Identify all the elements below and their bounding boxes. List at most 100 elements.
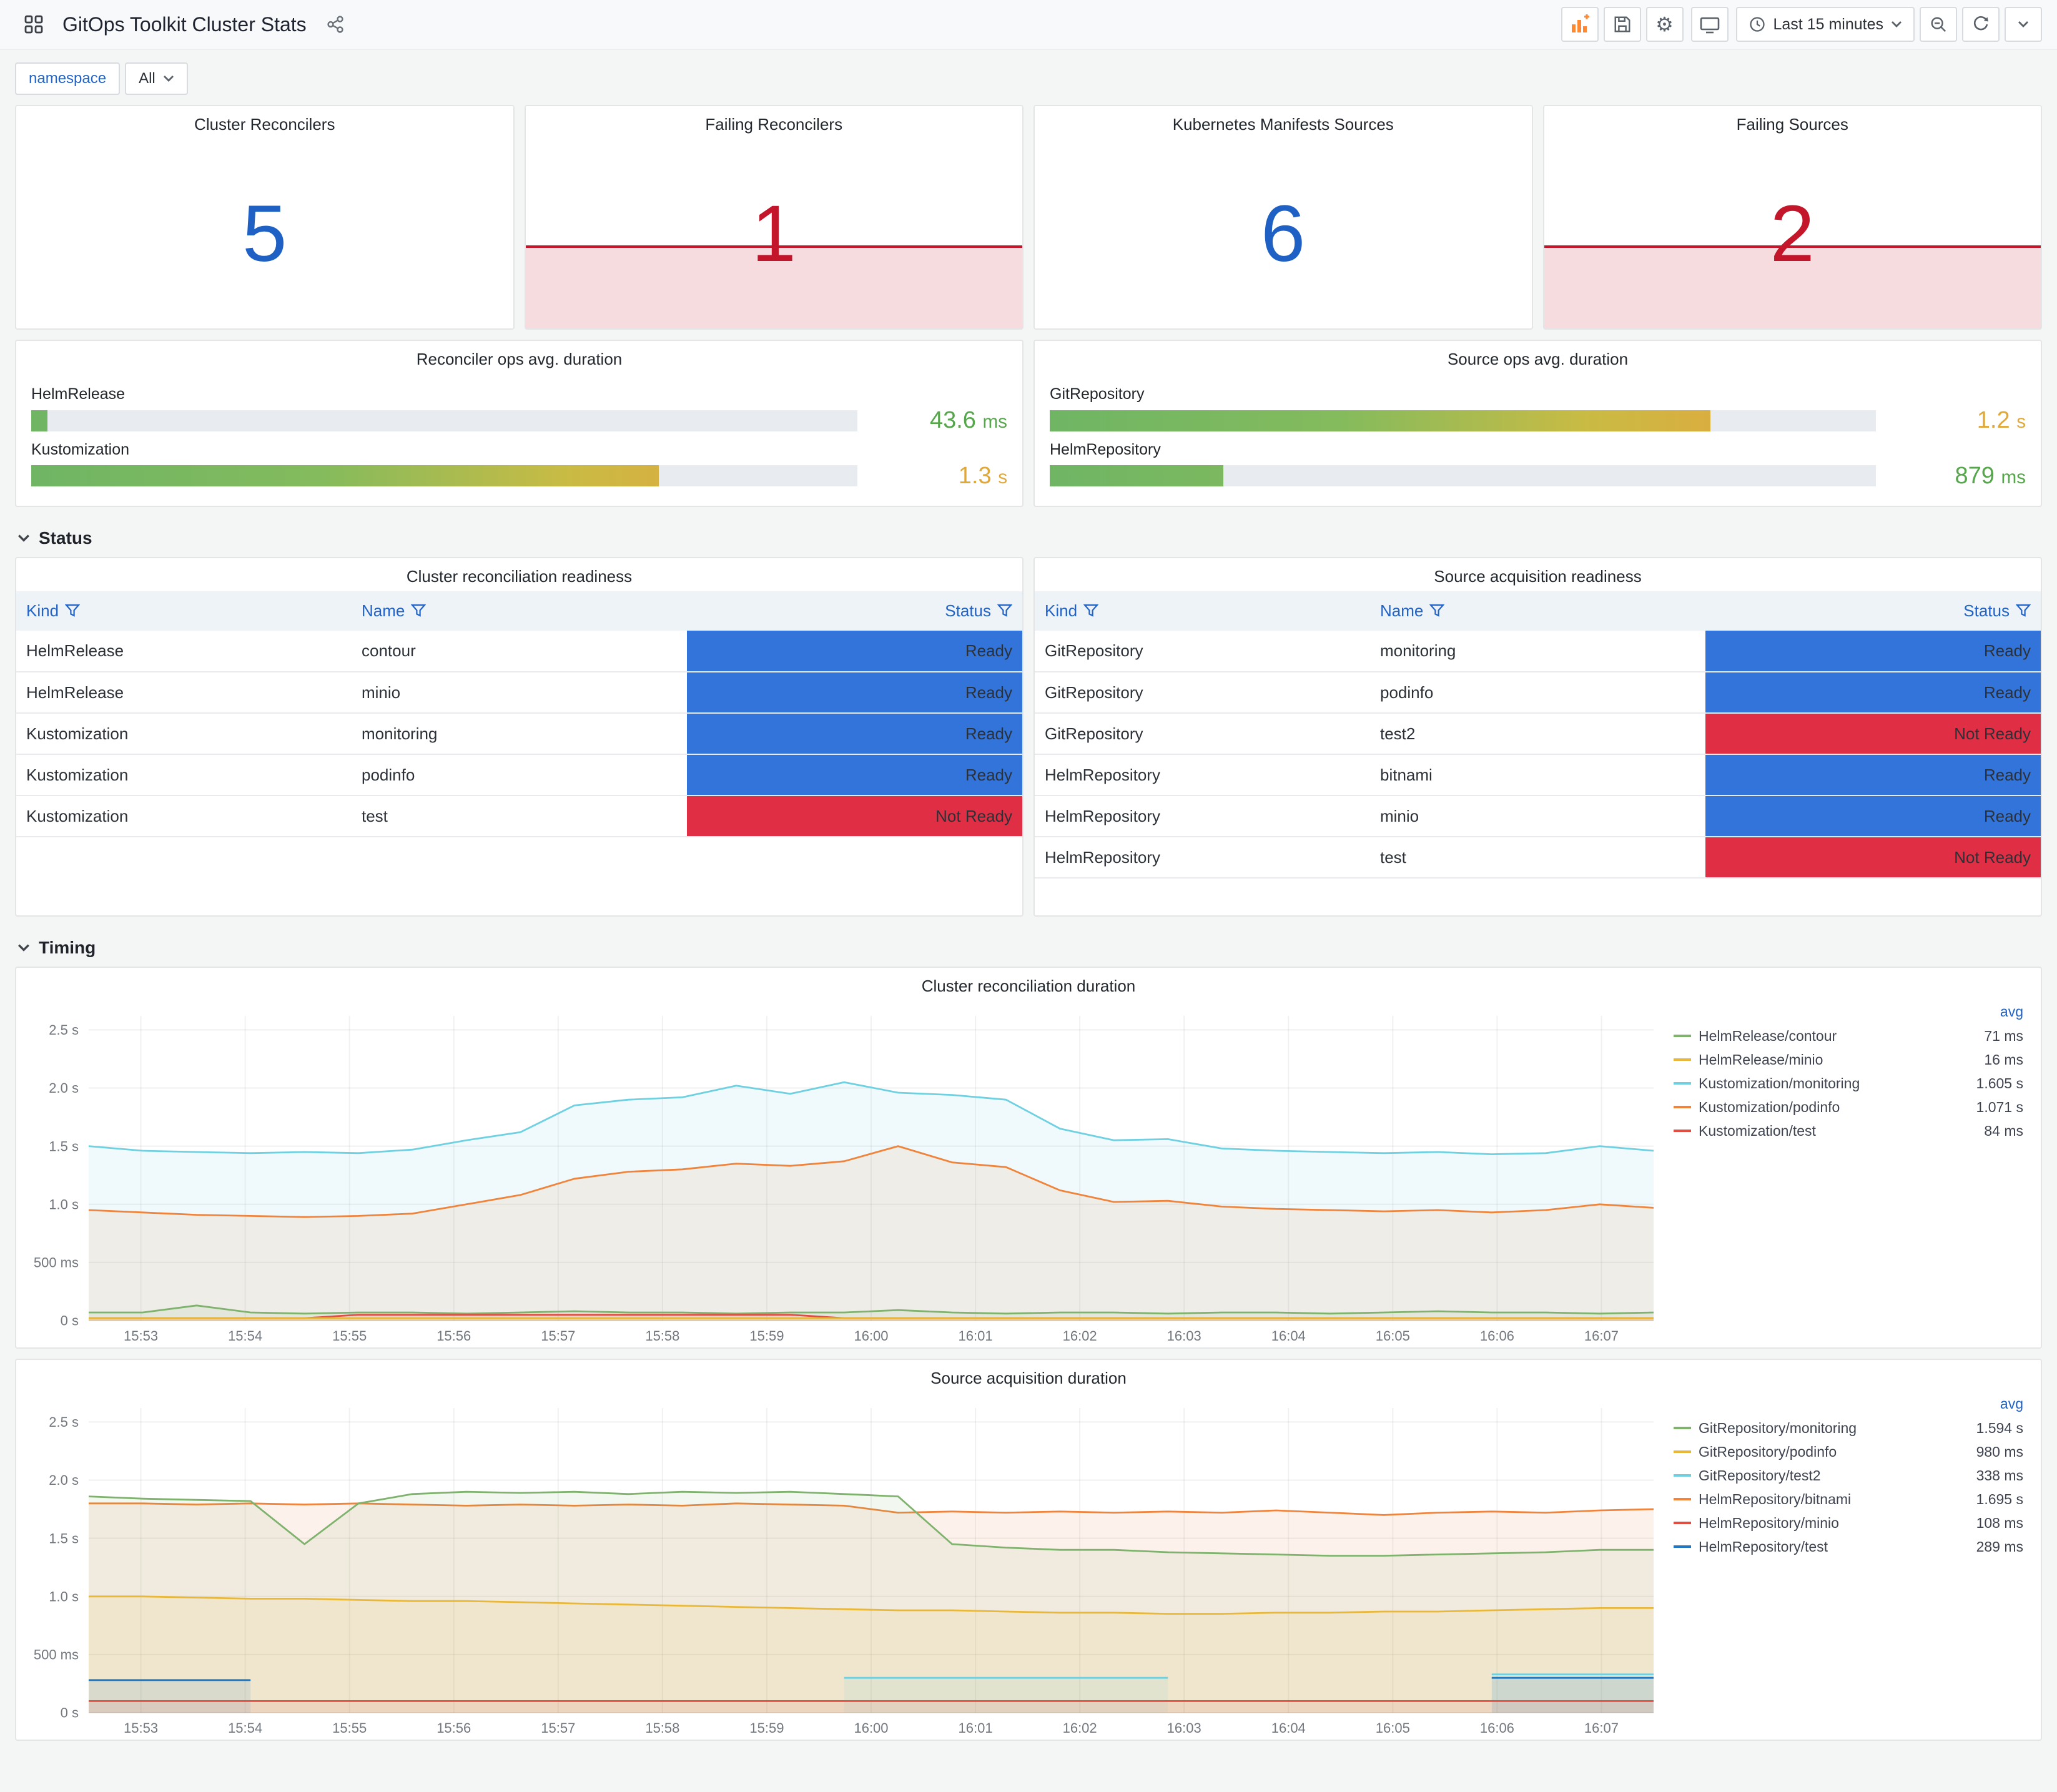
svg-text:1.0 s: 1.0 s	[49, 1588, 79, 1604]
legend-avg-header[interactable]: avg	[1674, 1396, 2023, 1412]
readiness-table: Kind Name Status GitRepository monitoring Rea…	[1035, 591, 2041, 879]
section-status[interactable]: Status	[15, 517, 2042, 557]
svg-text:15:54: 15:54	[228, 1720, 262, 1736]
legend-item[interactable]: GitRepository/podinfo 980 ms	[1674, 1440, 2023, 1464]
panel-title[interactable]: Kubernetes Manifests Sources	[1035, 106, 1532, 139]
svg-text:1.5 s: 1.5 s	[49, 1530, 79, 1546]
panel-title[interactable]: Cluster reconciliation duration	[16, 968, 2041, 1001]
chevron-down-icon	[1892, 21, 1902, 27]
series-avg-value: 1.071 s	[1976, 1098, 2023, 1115]
svg-text:15:58: 15:58	[645, 1720, 679, 1736]
svg-text:15:54: 15:54	[228, 1328, 262, 1344]
panel-title[interactable]: Failing Reconcilers	[526, 106, 1023, 139]
status-badge: Ready	[1705, 795, 2041, 837]
kind-cell: HelmRelease	[16, 672, 352, 714]
settings-gear-icon[interactable]: ⚙	[1645, 7, 1684, 42]
panel-kubernetes-manifests-sources: Kubernetes Manifests Sources 6	[1033, 105, 1533, 330]
namespace-variable-select[interactable]: All	[125, 62, 188, 95]
chart-legend: avg GitRepository/monitoring 1.594 s GitRep…	[1666, 1393, 2041, 1740]
svg-text:15:58: 15:58	[645, 1328, 679, 1344]
filter-icon[interactable]	[410, 604, 427, 618]
panel-reconciler-ops-duration: Reconciler ops avg. duration HelmRelease…	[15, 340, 1024, 507]
refresh-icon[interactable]	[1962, 7, 2000, 42]
svg-text:15:56: 15:56	[437, 1328, 471, 1344]
filter-icon[interactable]	[1429, 604, 1445, 618]
series-color-swatch	[1674, 1058, 1691, 1061]
column-header-name[interactable]: Name	[352, 591, 687, 631]
series-name: Kustomization/test	[1699, 1122, 1816, 1139]
filter-icon[interactable]	[2015, 604, 2031, 618]
time-range-picker[interactable]: Last 15 minutes	[1735, 7, 1915, 42]
panel-failing-sources: Failing Sources 2	[1542, 105, 2042, 330]
legend-item[interactable]: Kustomization/test 84 ms	[1674, 1119, 2023, 1143]
timeseries-chart[interactable]: 0 s 500 ms 1.0 s 1.5 s 2.0 s 2.5 s 15:53 15:54 1…	[16, 1001, 1666, 1348]
svg-text:0 s: 0 s	[61, 1313, 79, 1329]
top-navbar: GitOps Toolkit Cluster Stats ⚙ Last 15 m…	[0, 0, 2057, 50]
filter-icon[interactable]	[1083, 604, 1099, 618]
panel-cluster-reconciliation-duration: Cluster reconciliation duration 0 s 500 m…	[15, 967, 2042, 1349]
panel-source-acquisition-duration: Source acquisition duration 0 s 500 ms 1.0…	[15, 1359, 2042, 1741]
save-dashboard-icon[interactable]	[1603, 7, 1641, 42]
legend-item[interactable]: GitRepository/monitoring 1.594 s	[1674, 1416, 2023, 1440]
panel-title[interactable]: Reconciler ops avg. duration	[16, 341, 1022, 374]
svg-text:2.0 s: 2.0 s	[49, 1472, 79, 1488]
legend-item[interactable]: HelmRelease/contour 71 ms	[1674, 1024, 2023, 1048]
chart-row-reconciliation: Cluster reconciliation duration 0 s 500 m…	[15, 967, 2042, 1349]
apps-grid-icon[interactable]	[15, 7, 52, 42]
section-label: Timing	[39, 938, 96, 957]
svg-text:15:53: 15:53	[124, 1328, 158, 1344]
filter-icon[interactable]	[997, 604, 1013, 618]
column-header-status[interactable]: Status	[1705, 591, 2041, 631]
series-name: HelmRepository/test	[1699, 1538, 1828, 1555]
name-cell: podinfo	[1370, 672, 1705, 714]
add-panel-icon[interactable]	[1561, 7, 1599, 42]
svg-text:1.5 s: 1.5 s	[49, 1138, 79, 1154]
filter-icon[interactable]	[64, 604, 81, 618]
kind-cell: HelmRelease	[16, 631, 352, 672]
legend-item[interactable]: HelmRepository/minio 108 ms	[1674, 1511, 2023, 1535]
legend-item[interactable]: Kustomization/podinfo 1.071 s	[1674, 1095, 2023, 1119]
series-name: HelmRepository/bitnami	[1699, 1490, 1852, 1507]
tv-mode-icon[interactable]	[1690, 7, 1729, 42]
panel-title[interactable]: Failing Sources	[1544, 106, 2041, 139]
series-color-swatch	[1674, 1450, 1691, 1453]
bar-gauge-fill	[31, 410, 48, 431]
svg-text:16:03: 16:03	[1167, 1328, 1201, 1344]
column-header-kind[interactable]: Kind	[1035, 591, 1370, 631]
series-color-swatch	[1674, 1522, 1691, 1524]
namespace-variable-label[interactable]: namespace	[15, 62, 121, 95]
panel-title[interactable]: Source acquisition readiness	[1035, 558, 2041, 591]
column-header-name[interactable]: Name	[1370, 591, 1705, 631]
name-cell: test	[1370, 837, 1705, 879]
panel-title[interactable]: Cluster reconciliation readiness	[16, 558, 1022, 591]
legend-item[interactable]: Kustomization/monitoring 1.605 s	[1674, 1071, 2023, 1095]
legend-item[interactable]: GitRepository/test2 338 ms	[1674, 1464, 2023, 1487]
name-cell: bitnami	[1370, 754, 1705, 796]
column-header-kind[interactable]: Kind	[16, 591, 352, 631]
name-cell: minio	[352, 672, 687, 714]
timeseries-chart[interactable]: 0 s 500 ms 1.0 s 1.5 s 2.0 s 2.5 s 15:53 15:54 1…	[16, 1393, 1666, 1740]
share-icon[interactable]	[317, 7, 354, 42]
series-avg-value: 71 ms	[1984, 1027, 2023, 1044]
gauge-value: 1.3 s	[958, 462, 1007, 489]
column-header-status[interactable]: Status	[687, 591, 1022, 631]
series-color-swatch	[1674, 1427, 1691, 1429]
stats-row: Cluster Reconcilers 5 Failing Reconciler…	[15, 105, 2042, 330]
bar-gauge-gitrepository: GitRepository 1.2 s	[1050, 385, 2026, 434]
status-badge: Ready	[687, 754, 1022, 796]
series-name: GitRepository/test2	[1699, 1467, 1821, 1484]
zoom-out-icon[interactable]	[1920, 7, 1957, 42]
stat-value: 6	[1261, 189, 1306, 278]
legend-item[interactable]: HelmRepository/bitnami 1.695 s	[1674, 1487, 2023, 1511]
section-timing[interactable]: Timing	[15, 927, 2042, 967]
panel-title[interactable]: Cluster Reconcilers	[16, 106, 513, 139]
refresh-interval-dropdown[interactable]	[2005, 7, 2042, 42]
legend-item[interactable]: HelmRepository/test 289 ms	[1674, 1535, 2023, 1558]
chevron-down-icon	[18, 944, 29, 952]
panel-title[interactable]: Source ops avg. duration	[1035, 341, 2041, 374]
bar-gauge-track	[31, 465, 857, 487]
kind-cell: HelmRepository	[1035, 837, 1370, 879]
panel-title[interactable]: Source acquisition duration	[16, 1360, 2041, 1393]
legend-item[interactable]: HelmRelease/minio 16 ms	[1674, 1048, 2023, 1071]
legend-avg-header[interactable]: avg	[1674, 1003, 2023, 1020]
